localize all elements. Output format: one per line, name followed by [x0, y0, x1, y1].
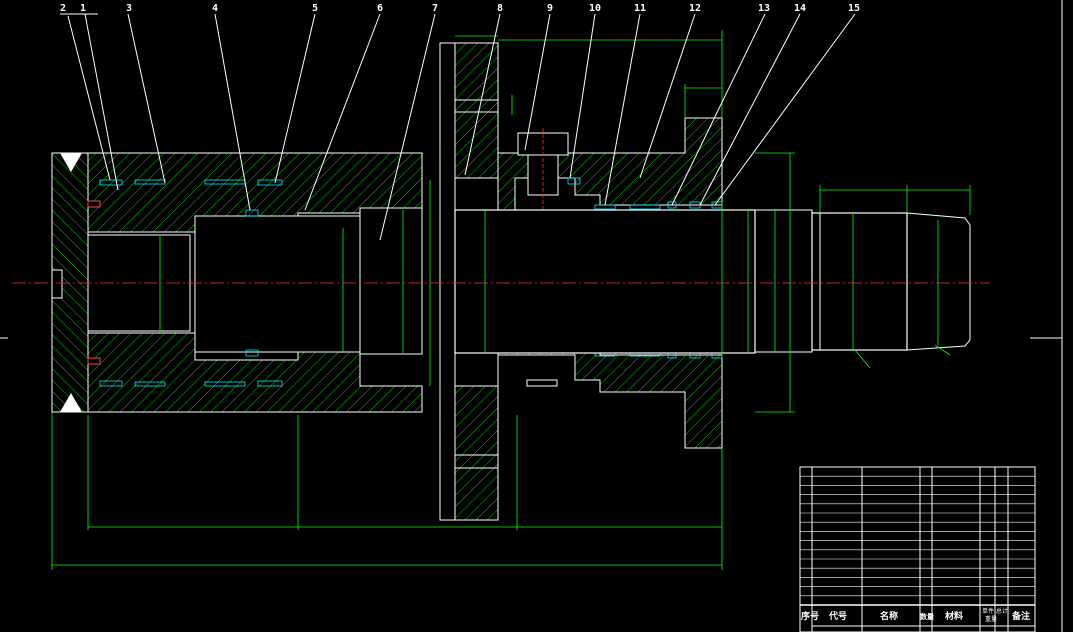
- balloon-3: 3: [126, 3, 132, 14]
- balloon-9: 9: [547, 3, 553, 14]
- header-no: 序号: [801, 610, 819, 622]
- balloon-8: 8: [497, 3, 503, 14]
- header-weight: 重量: [985, 615, 997, 623]
- balloon-12: 12: [689, 3, 701, 14]
- header-total-weight: 总计: [996, 607, 1008, 615]
- balloon-4: 4: [212, 3, 218, 14]
- balloon-14: 14: [794, 3, 806, 14]
- balloon-2: 2: [60, 3, 66, 14]
- drawing-canvas: 2 1 3 4 5 6 7 8 9 10 11 12 13 14 15 序号 代…: [0, 0, 1063, 632]
- balloon-5: 5: [312, 3, 318, 14]
- header-unit-weight: 单件: [982, 607, 994, 615]
- balloon-13: 13: [758, 3, 770, 14]
- header-remark: 备注: [1011, 610, 1030, 622]
- balloon-10: 10: [589, 3, 601, 14]
- cylinder-body: [51, 152, 423, 413]
- balloon-1: 1: [80, 3, 86, 14]
- balloon-15: 15: [848, 3, 860, 14]
- header-material: 材料: [944, 610, 963, 622]
- parts-table: 序号 代号 名称 数量 材料 单件 总计 重量 备注: [799, 466, 1036, 632]
- balloon-labels: 2 1 3 4 5 6 7 8 9 10 11 12 13 14 15: [60, 3, 860, 14]
- balloon-7: 7: [432, 3, 438, 14]
- balloon-6: 6: [377, 3, 383, 14]
- balloon-11: 11: [634, 3, 646, 14]
- header-qty: 数量: [920, 612, 934, 621]
- header-code: 代号: [828, 610, 847, 622]
- header-name: 名称: [880, 610, 898, 622]
